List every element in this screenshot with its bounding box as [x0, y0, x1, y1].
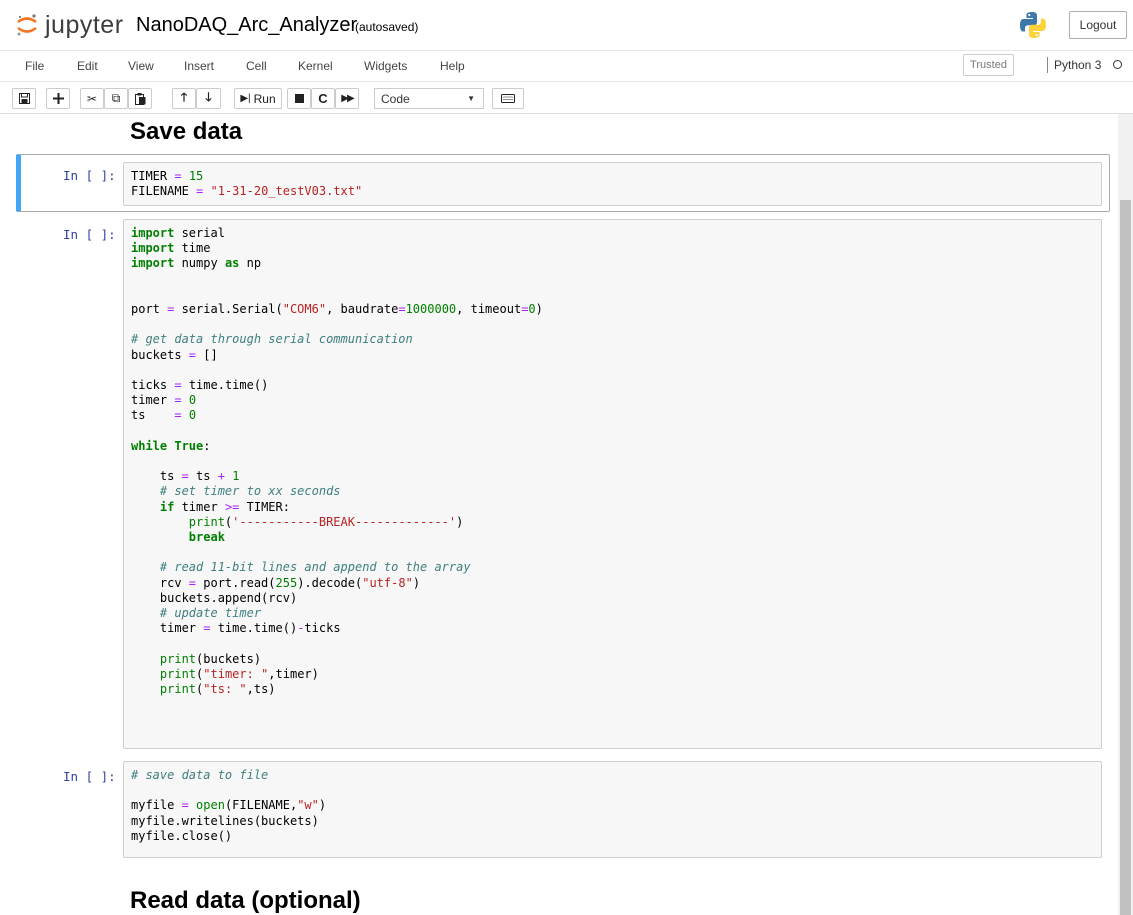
code-cell-2: import serial import time import numpy a… — [131, 226, 543, 697]
stop-button[interactable] — [287, 88, 311, 109]
command-palette-button[interactable] — [492, 88, 524, 109]
move-up-icon: 🡑 — [180, 90, 188, 104]
kernel-name[interactable]: Python 3 — [1047, 57, 1101, 73]
cut-icon: ✂ — [86, 91, 98, 106]
copy-button[interactable]: ⧉ — [104, 88, 128, 109]
code-input-area[interactable]: TIMER = 15 FILENAME = "1-31-20_testV03.t… — [123, 162, 1102, 206]
cut-button[interactable]: ✂ — [80, 88, 104, 109]
markdown-heading-save-data: Save data — [130, 118, 243, 145]
menu-cell[interactable]: Cell — [246, 59, 267, 73]
jupyter-logo-text: jupyter — [45, 10, 124, 39]
paste-icon — [134, 92, 145, 105]
code-line: TIMER = 15 — [131, 169, 204, 183]
menu-kernel[interactable]: Kernel — [298, 59, 333, 73]
menu-file[interactable]: File — [25, 59, 44, 73]
toolbar: ✂ ⧉ 🡑 🡓 ▶| Run C ▶▶ — [0, 82, 1133, 114]
menu-insert[interactable]: Insert — [184, 59, 214, 73]
scrollbar-thumb[interactable] — [1120, 200, 1131, 915]
add-cell-icon — [52, 93, 64, 104]
move-down-button[interactable]: 🡓 — [196, 88, 221, 109]
jupyter-orbit-icon — [17, 14, 37, 36]
kernel-status-icon — [1113, 60, 1122, 69]
paste-button[interactable] — [128, 88, 152, 109]
jupyter-logo[interactable]: jupyter — [16, 9, 124, 41]
menu-help[interactable]: Help — [440, 59, 465, 73]
autosave-status: (autosaved) — [355, 20, 419, 34]
menu-widgets[interactable]: Widgets — [364, 59, 407, 73]
trusted-indicator[interactable]: Trusted — [963, 54, 1014, 76]
fast-forward-icon: ▶▶ — [341, 93, 354, 104]
restart-icon: C — [318, 91, 328, 106]
cell-type-select[interactable]: Code ▼ — [374, 88, 484, 109]
stop-icon — [294, 94, 304, 103]
notebook-name[interactable]: NanoDAQ_Arc_Analyzer — [136, 14, 357, 37]
code-cell-3: # save data to file myfile = open(FILENA… — [131, 768, 327, 843]
run-button[interactable]: ▶| Run — [234, 88, 282, 109]
code-input-area[interactable]: import serial import time import numpy a… — [123, 219, 1102, 749]
input-prompt: In [ ]: — [63, 168, 116, 183]
menu-edit[interactable]: Edit — [77, 59, 98, 73]
copy-icon: ⧉ — [111, 91, 121, 105]
menu-view[interactable]: View — [128, 59, 154, 73]
keyboard-icon — [501, 94, 515, 103]
save-button[interactable] — [12, 88, 36, 109]
logout-button[interactable]: Logout — [1069, 11, 1127, 39]
code-cell-1: TIMER = 15 FILENAME = "1-31-20_testV03.t… — [124, 169, 1101, 199]
python-logo-icon — [1020, 12, 1046, 38]
code-input-area[interactable]: # save data to file myfile = open(FILENA… — [123, 761, 1102, 858]
move-up-button[interactable]: 🡑 — [172, 88, 196, 109]
markdown-heading-read-data: Read data (optional) — [130, 887, 361, 914]
header: jupyter NanoDAQ_Arc_Analyzer (autosaved)… — [0, 0, 1133, 50]
add-cell-button[interactable] — [46, 88, 70, 109]
code-line: FILENAME = "1-31-20_testV03.txt" — [131, 184, 363, 199]
save-icon — [18, 93, 30, 104]
cell-type-value: Code — [381, 91, 410, 106]
run-icon: ▶| — [240, 93, 251, 104]
input-prompt: In [ ]: — [63, 769, 116, 784]
restart-run-all-button[interactable]: ▶▶ — [335, 88, 359, 109]
run-label: Run — [253, 91, 276, 106]
move-down-icon: 🡓 — [205, 90, 212, 104]
chevron-down-icon: ▼ — [467, 94, 475, 103]
input-prompt: In [ ]: — [63, 227, 116, 242]
restart-button[interactable]: C — [311, 88, 335, 109]
